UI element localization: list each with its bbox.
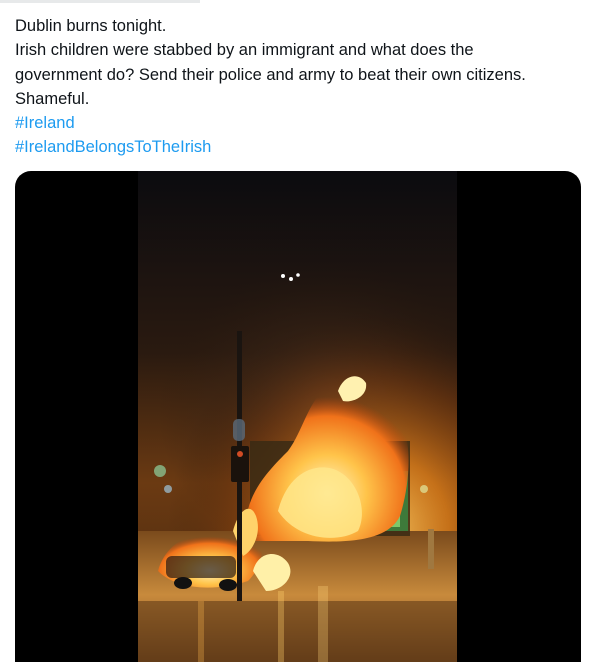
tweet-text: Dublin burns tonight. Irish children wer… xyxy=(15,14,575,160)
tweet-line: Dublin burns tonight. xyxy=(15,17,167,35)
video-frame[interactable] xyxy=(138,171,457,662)
hashtag-link-ireland-belongs-to-the-irish[interactable]: #IrelandBelongsToTheIrish xyxy=(15,135,575,159)
tweet-line: Shameful. xyxy=(15,89,90,108)
separator-line xyxy=(0,0,200,3)
video-player[interactable] xyxy=(15,171,581,662)
fire-scene-image xyxy=(138,171,457,662)
tweet-line: Irish children were stabbed by an immigr… xyxy=(15,41,474,60)
hashtag-link-ireland[interactable]: #Ireland xyxy=(15,111,575,135)
tweet-line: government do? Send their police and arm… xyxy=(15,65,526,84)
